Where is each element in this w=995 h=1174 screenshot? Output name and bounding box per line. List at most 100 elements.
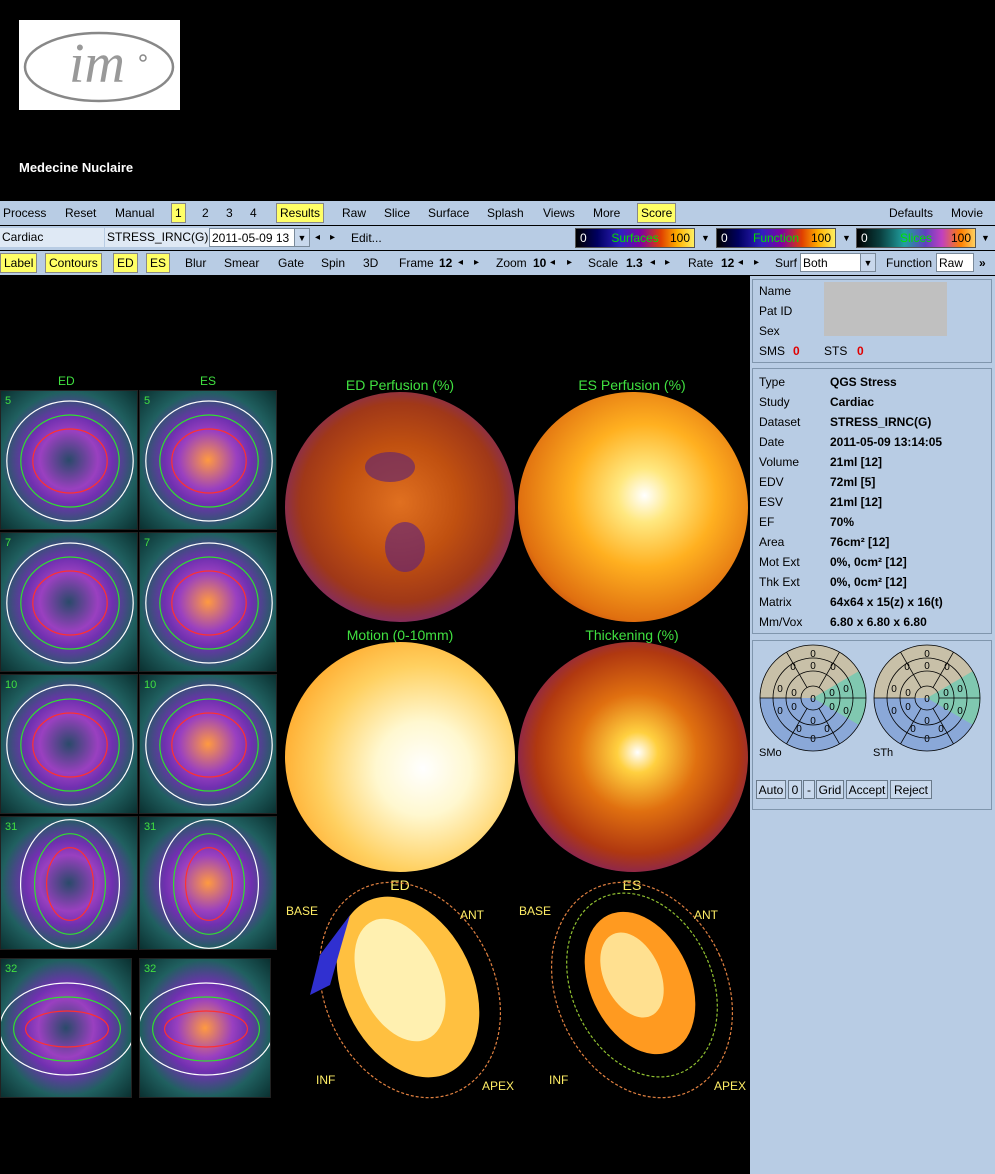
date-select[interactable]: 2011-05-09 13 ▼ <box>209 228 310 247</box>
segment-score: 0 <box>829 688 835 699</box>
app-field[interactable]: Cardiac <box>0 228 104 247</box>
function-colorbar[interactable]: 0 Function 100 <box>716 228 836 248</box>
label-toggle[interactable]: Label <box>0 253 38 273</box>
scale-prev-icon[interactable]: ◂ <box>650 254 655 272</box>
ed-slice-image[interactable]: 7 <box>0 532 138 672</box>
views-button[interactable]: Views <box>540 204 578 222</box>
zero-button[interactable]: 0 <box>788 780 802 799</box>
toolbar-more-icon[interactable]: » <box>976 254 989 272</box>
slice-contours <box>140 982 270 1076</box>
raw-button[interactable]: Raw <box>339 204 369 222</box>
name-label: Name <box>759 284 792 298</box>
dataset-field[interactable]: STRESS_IRNC(G) <box>105 228 209 247</box>
defaults-button[interactable]: Defaults <box>886 204 936 222</box>
manual-button[interactable]: Manual <box>112 204 157 222</box>
frame-next-icon[interactable]: ▸ <box>474 254 479 272</box>
study-info-box: Type QGS Stress Study Cardiac Dataset STRESS_… <box>752 368 992 634</box>
slice-contours <box>158 819 260 949</box>
reject-button[interactable]: Reject <box>890 780 932 799</box>
rate-label: Rate <box>688 256 714 270</box>
slice-button[interactable]: Slice <box>381 204 413 222</box>
study-field-value: 21ml [12] <box>830 455 883 469</box>
minus-button[interactable]: - <box>803 780 815 799</box>
splash-button[interactable]: Splash <box>484 204 527 222</box>
prev-arrow-icon[interactable]: ◂ <box>315 229 320 247</box>
main-toolbar: Process Reset Manual 1 2 3 4 Results Raw… <box>0 201 995 225</box>
edit-button[interactable]: Edit... <box>348 229 385 247</box>
es-slice-image[interactable]: 7 <box>139 532 277 672</box>
ed-apex-label: APEX <box>482 1079 515 1093</box>
contours-toggle[interactable]: Contours <box>45 253 102 273</box>
chevron-down-icon[interactable]: ▼ <box>860 254 875 271</box>
study-field-label: Dataset <box>759 415 801 429</box>
smear-button[interactable]: Smear <box>221 254 262 272</box>
reset-button[interactable]: Reset <box>62 204 99 222</box>
es-slice-image[interactable]: 31 <box>139 816 277 950</box>
thickening-title: Thickening (%) <box>585 627 679 643</box>
segment-score: 0 <box>904 662 910 673</box>
study-field-label: Type <box>759 375 786 389</box>
chevron-down-icon[interactable]: ▼ <box>294 229 309 246</box>
ed-slice-image[interactable]: 32 <box>0 958 132 1098</box>
slice-contours <box>6 684 134 806</box>
segment-score: 0 <box>905 688 911 699</box>
study-field-value: 0%, 0cm² [12] <box>830 555 907 569</box>
function-dropdown-icon[interactable]: ▼ <box>839 229 854 247</box>
sts-label: STS <box>824 344 848 358</box>
more-button[interactable]: More <box>590 204 623 222</box>
segment-score: 0 <box>957 706 963 717</box>
bullseye-diagrams[interactable]: 00 000 00 000 00 000 0000 000 00 000 00 000 00 <box>753 641 991 766</box>
logo-text: im <box>69 33 125 95</box>
frame-prev-icon[interactable]: ◂ <box>458 254 463 272</box>
score-button[interactable]: Score <box>637 203 677 223</box>
es-perfusion-polar-map[interactable] <box>518 392 748 622</box>
results-button[interactable]: Results <box>276 203 325 223</box>
gate-button[interactable]: Gate <box>275 254 307 272</box>
ed-slice-image[interactable]: 10 <box>0 674 138 814</box>
es-slice-image[interactable]: 10 <box>139 674 277 814</box>
es-base-label: BASE <box>519 904 552 918</box>
page-1-button[interactable]: 1 <box>171 203 186 223</box>
zoom-next-icon[interactable]: ▸ <box>567 254 572 272</box>
process-button[interactable]: Process <box>0 204 49 222</box>
zoom-prev-icon[interactable]: ◂ <box>550 254 555 272</box>
ed-slice-image[interactable]: 5 <box>0 390 138 530</box>
page-3-button[interactable]: 3 <box>223 204 236 222</box>
surfaces-dropdown-icon[interactable]: ▼ <box>698 229 713 247</box>
ed-slice-image[interactable]: 31 <box>0 816 138 950</box>
slices-colorbar[interactable]: 0 Slices 100 <box>856 228 976 248</box>
es-inf-label: INF <box>549 1073 569 1087</box>
slice-contours <box>19 819 121 949</box>
segment-score: 0 <box>905 702 911 713</box>
page-4-button[interactable]: 4 <box>247 204 260 222</box>
ed-toggle[interactable]: ED <box>113 253 138 273</box>
ed-perfusion-polar-map[interactable] <box>285 392 515 622</box>
movie-button[interactable]: Movie <box>948 204 986 222</box>
rate-prev-icon[interactable]: ◂ <box>738 254 743 272</box>
surface-button[interactable]: Surface <box>425 204 472 222</box>
segment-score: 0 <box>830 662 836 673</box>
thickening-polar-map[interactable] <box>518 642 748 872</box>
sms-value: 0 <box>793 344 800 358</box>
next-arrow-icon[interactable]: ▸ <box>330 229 335 247</box>
accept-button[interactable]: Accept <box>846 780 888 799</box>
es-slice-image[interactable]: 5 <box>139 390 277 530</box>
es-toggle[interactable]: ES <box>146 253 171 273</box>
function-mode-field[interactable]: Raw <box>936 253 974 272</box>
slice-contours <box>6 400 134 522</box>
surf-select[interactable]: Both ▼ <box>800 253 876 272</box>
3d-button[interactable]: 3D <box>360 254 381 272</box>
grid-button[interactable]: Grid <box>816 780 844 799</box>
rate-next-icon[interactable]: ▸ <box>754 254 759 272</box>
surfaces-colorbar[interactable]: 0 Surfaces 100 <box>575 228 695 248</box>
page-2-button[interactable]: 2 <box>199 204 212 222</box>
study-field-value: 72ml [5] <box>830 475 876 489</box>
es-slice-image[interactable]: 32 <box>139 958 271 1098</box>
motion-polar-map[interactable] <box>285 642 515 872</box>
blur-button[interactable]: Blur <box>182 254 209 272</box>
spin-button[interactable]: Spin <box>318 254 348 272</box>
slice-contours <box>145 400 273 522</box>
slices-dropdown-icon[interactable]: ▼ <box>978 229 993 247</box>
scale-next-icon[interactable]: ▸ <box>665 254 670 272</box>
auto-button[interactable]: Auto <box>756 780 786 799</box>
